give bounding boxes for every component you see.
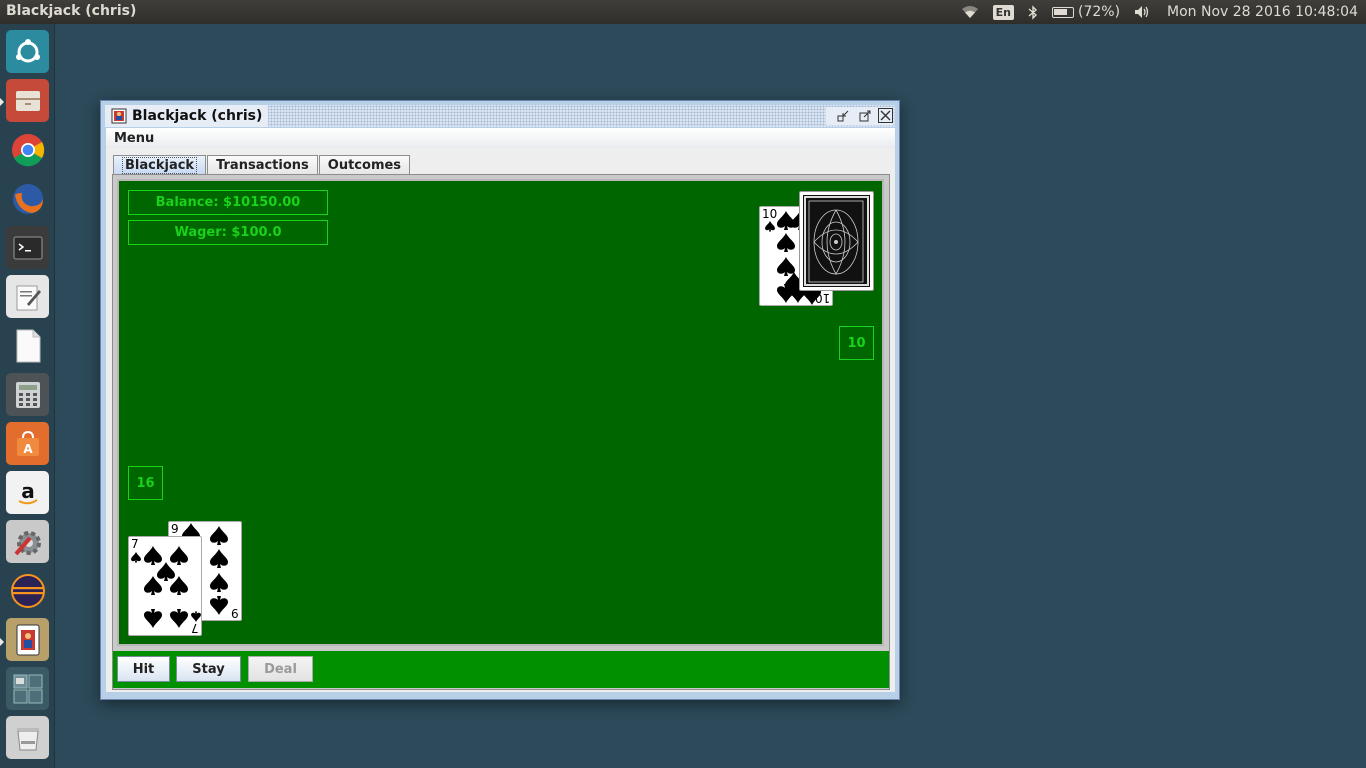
- player-card-2-rank-bottom: 7: [191, 621, 199, 635]
- blackjack-app-icon[interactable]: [6, 618, 49, 661]
- window-content: Blackjack Transactions Outcomes Balance:…: [106, 148, 895, 692]
- tab-transactions[interactable]: Transactions: [207, 155, 318, 174]
- action-bar: Hit Stay Deal: [113, 650, 889, 688]
- tab-outcomes-label: Outcomes: [327, 157, 402, 173]
- svg-text:a: a: [21, 479, 35, 503]
- workspace-switcher-icon[interactable]: [6, 667, 49, 710]
- balance-display: Balance: $10150.00: [128, 190, 328, 215]
- terminal-icon[interactable]: [6, 226, 49, 269]
- battery-indicator[interactable]: (72%): [1051, 4, 1121, 20]
- maximize-icon[interactable]: [856, 107, 874, 125]
- text-editor-icon[interactable]: [6, 275, 49, 318]
- wifi-icon[interactable]: [961, 5, 979, 19]
- stay-button[interactable]: Stay: [176, 656, 241, 682]
- battery-percent: (72%): [1077, 4, 1121, 20]
- launcher: A a: [0, 24, 55, 768]
- tab-blackjack[interactable]: Blackjack: [113, 155, 207, 174]
- player-card-1-rank: 9: [171, 522, 179, 536]
- amazon-icon[interactable]: a: [6, 471, 49, 514]
- menu-button[interactable]: Menu: [112, 131, 156, 146]
- keyboard-layout-indicator[interactable]: En: [992, 4, 1014, 20]
- tab-transactions-label: Transactions: [216, 157, 309, 173]
- calculator-icon[interactable]: [6, 373, 49, 416]
- blackjack-window: Blackjack (chris) Menu Blackjack Transac…: [100, 100, 900, 700]
- player-card-2-rank: 7: [131, 537, 139, 551]
- blackjack-tab-panel: Balance: $10150.00 Wager: $100.0 10 10 1…: [112, 174, 890, 690]
- bluetooth-icon[interactable]: [1028, 4, 1038, 20]
- keyboard-layout-label: En: [992, 4, 1014, 20]
- blackjack-table: Balance: $10150.00 Wager: $100.0 10 10 1…: [117, 179, 884, 646]
- trash-icon[interactable]: [6, 716, 49, 759]
- tab-blackjack-label: Blackjack: [122, 156, 198, 174]
- deal-button[interactable]: Deal: [248, 656, 313, 682]
- close-icon[interactable]: [878, 108, 893, 123]
- app-icon: [111, 108, 127, 124]
- menu-bar: Menu: [106, 128, 895, 148]
- active-app-title: Blackjack (chris): [6, 3, 137, 19]
- firefox-icon[interactable]: [6, 177, 49, 220]
- dealer-card-1-rank-bottom: 10: [814, 291, 830, 305]
- wager-display: Wager: $100.0: [128, 220, 328, 245]
- window-controls: [826, 107, 893, 125]
- indicator-area: En (72%) Mon Nov 28 2016 10:48:04: [954, 0, 1366, 24]
- minimize-icon[interactable]: [834, 107, 852, 125]
- player-total: 16: [128, 466, 163, 500]
- software-center-icon[interactable]: A: [6, 422, 49, 465]
- dealer-card-1-rank: 10: [762, 207, 778, 221]
- tab-bar: Blackjack Transactions Outcomes: [113, 155, 411, 175]
- player-card-1-rank-bottom: 9: [231, 606, 239, 620]
- libreoffice-icon[interactable]: [6, 324, 49, 367]
- chrome-icon[interactable]: [6, 128, 49, 171]
- eclipse-icon[interactable]: [6, 569, 49, 612]
- volume-icon[interactable]: [1134, 5, 1152, 19]
- player-card-2: 7 7: [128, 536, 202, 636]
- clock[interactable]: Mon Nov 28 2016 10:48:04: [1167, 4, 1358, 20]
- window-title-bar[interactable]: Blackjack (chris): [105, 105, 895, 127]
- title-label-area: Blackjack (chris): [105, 105, 269, 127]
- svg-text:A: A: [23, 442, 33, 456]
- dealer-total: 10: [839, 326, 874, 360]
- hit-button[interactable]: Hit: [117, 656, 170, 682]
- window-title: Blackjack (chris): [132, 108, 263, 124]
- files-icon[interactable]: [6, 79, 49, 122]
- tab-outcomes[interactable]: Outcomes: [318, 155, 411, 174]
- ubuntu-dash-icon[interactable]: [6, 30, 49, 73]
- top-panel: Blackjack (chris) En (72%) Mon Nov 28 20…: [0, 0, 1366, 24]
- dealer-card-back: [799, 191, 874, 291]
- battery-icon: [1051, 6, 1074, 18]
- system-settings-icon[interactable]: [6, 520, 49, 563]
